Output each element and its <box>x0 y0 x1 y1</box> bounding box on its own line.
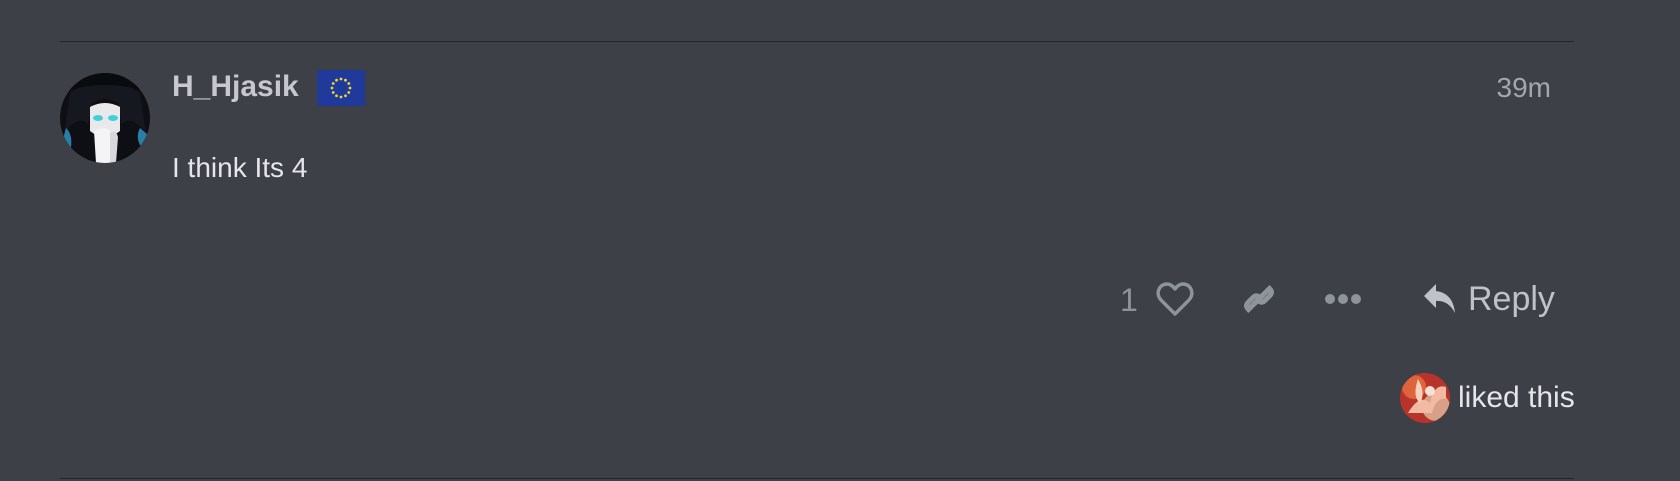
link-icon[interactable] <box>1240 280 1278 318</box>
liked-by-row: liked this <box>1400 372 1575 424</box>
liked-this-text: liked this <box>1458 381 1575 414</box>
post-container: H_Hjasik 39m I think Its 4 1 Reply liked… <box>0 0 1680 481</box>
liker-avatar[interactable] <box>1400 373 1450 423</box>
reply-label: Reply <box>1468 280 1555 318</box>
username-link[interactable]: H_Hjasik <box>172 68 299 106</box>
post-body: I think Its 4 <box>172 152 308 183</box>
user-avatar[interactable] <box>60 73 150 163</box>
post-date[interactable]: 39m <box>1497 70 1551 106</box>
bottom-divider <box>60 478 1574 479</box>
eu-flag-icon <box>317 70 365 106</box>
like-count[interactable]: 1 <box>1120 278 1138 322</box>
ellipsis-icon[interactable] <box>1324 290 1362 308</box>
avatar-image <box>60 73 150 163</box>
top-divider <box>60 41 1574 42</box>
reply-icon <box>1424 284 1455 313</box>
heart-icon[interactable] <box>1156 281 1194 317</box>
reply-button[interactable]: Reply <box>1422 276 1555 322</box>
